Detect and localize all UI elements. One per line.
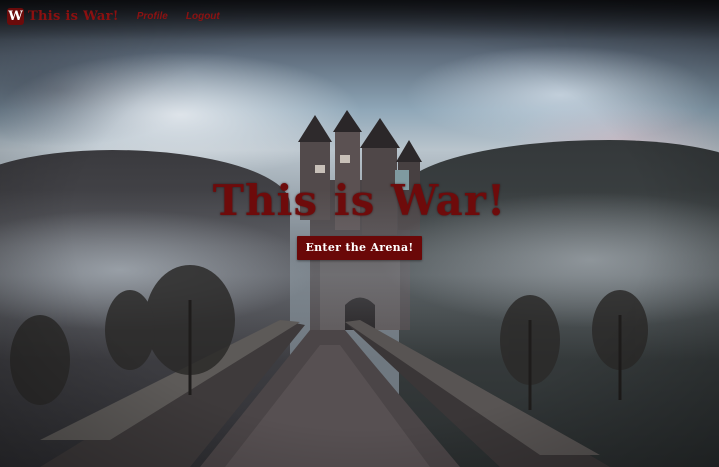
brand-logo-icon: W xyxy=(7,8,24,25)
hero-title: This is War! xyxy=(212,176,507,225)
enter-arena-button[interactable]: Enter the Arena! xyxy=(297,236,422,260)
nav-profile-link[interactable]: Profile xyxy=(137,11,168,22)
brand-home-link[interactable]: W This is War! xyxy=(7,8,119,25)
top-nav: W This is War! Profile Logout xyxy=(0,0,719,33)
nav-logout-link[interactable]: Logout xyxy=(186,11,220,22)
brand-name: This is War! xyxy=(28,9,119,24)
page: W This is War! Profile Logout This is Wa… xyxy=(0,0,719,467)
hero-section: This is War! Enter the Arena! xyxy=(0,180,719,260)
